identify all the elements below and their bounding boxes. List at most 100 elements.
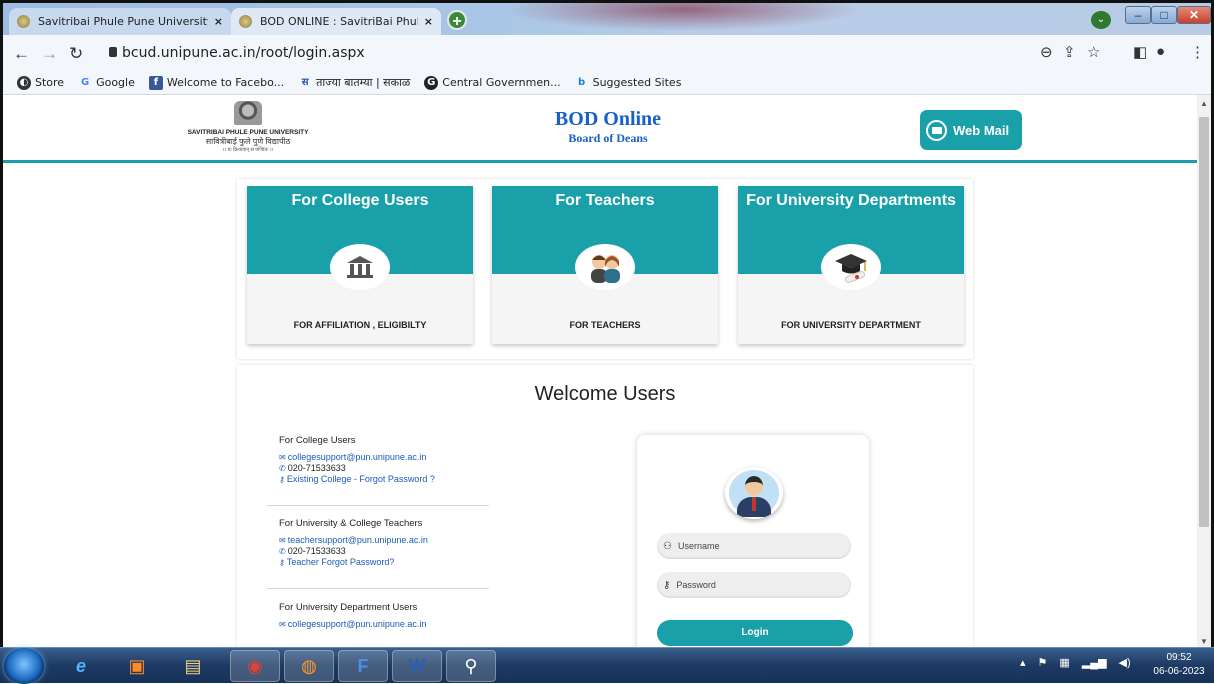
close-window-button[interactable]: ✕: [1177, 6, 1211, 24]
card-college-users[interactable]: For College Users FOR AFFILIATION , ELIG…: [247, 186, 473, 344]
card-teachers[interactable]: For Teachers FOR TEACHERS: [492, 186, 718, 344]
bookmark-sakal[interactable]: स ताज्या बातम्या | सकाळ: [298, 75, 411, 90]
university-favicon-icon: [17, 15, 30, 28]
tab-strip: Savitribai Phule Pune University × BOD O…: [3, 3, 1211, 35]
department-contact: For University Department Users ✉ college…: [279, 602, 427, 630]
bookmark-central-government[interactable]: G Central Governmen...: [424, 75, 561, 90]
login-button[interactable]: Login: [657, 620, 853, 646]
start-button[interactable]: [4, 648, 44, 684]
vertical-scrollbar[interactable]: ▲ ▼: [1197, 95, 1211, 650]
url-text: bcud.unipune.ac.in/root/login.aspx: [122, 45, 365, 61]
firefox-taskbar-icon[interactable]: ◍: [284, 650, 334, 682]
email-icon: ✉: [279, 620, 286, 629]
teachers-icon: [575, 244, 635, 290]
close-tab-icon[interactable]: ×: [214, 15, 223, 28]
university-logo[interactable]: SAVITRIBAI PHULE PUNE UNIVERSITY सावित्र…: [178, 101, 318, 153]
zoom-icon[interactable]: ⊖: [1040, 43, 1053, 61]
college-forgot-password-link[interactable]: ⚷ Existing College - Forgot Password ?: [279, 474, 435, 485]
facebook-icon: f: [148, 75, 163, 90]
tab-spp-university[interactable]: Savitribai Phule Pune University ×: [9, 8, 231, 35]
username-field[interactable]: ⚇ Username: [657, 533, 851, 559]
university-favicon-icon: [239, 15, 252, 28]
minimize-button[interactable]: –: [1125, 6, 1151, 24]
tab-label: BOD ONLINE : SavitriBai Phule Pu: [260, 15, 418, 28]
app-taskbar-icon[interactable]: F: [338, 650, 388, 682]
bookmarks-bar: ◐ Store G Google f Welcome to Facebo... स ता…: [3, 71, 1211, 95]
reload-icon[interactable]: ↻: [69, 44, 83, 64]
network-icon[interactable]: ▦: [1059, 656, 1069, 669]
user-icon: ⚇: [663, 540, 672, 552]
flag-icon[interactable]: ⚑: [1038, 656, 1048, 669]
email-icon: ✉: [279, 453, 286, 462]
scroll-down-icon[interactable]: ▼: [1200, 637, 1208, 646]
institution-icon: [330, 244, 390, 290]
key-icon: ⚷: [279, 475, 285, 484]
browser-window: Savitribai Phule Pune University × BOD O…: [0, 0, 1214, 683]
windows-taskbar: e ▣ ▤ ◉ ◍ F W ⚲ ▴ ⚑ ▦ ▂▄▆ ◀) 09:52 06-06…: [0, 647, 1214, 684]
chrome-taskbar-icon[interactable]: ◉: [230, 650, 280, 682]
new-tab-button[interactable]: +: [447, 10, 467, 30]
tab-search-icon[interactable]: ⌄: [1091, 11, 1111, 29]
system-tray: ▴ ⚑ ▦ ▂▄▆ ◀): [1020, 656, 1131, 669]
forward-icon[interactable]: →: [41, 44, 58, 64]
tab-label: Savitribai Phule Pune University: [38, 15, 208, 28]
sakal-icon: स: [301, 76, 309, 88]
teacher-support-email[interactable]: ✉ teachersupport@pun.unipune.ac.in: [279, 535, 428, 546]
menu-icon[interactable]: ⋮: [1190, 43, 1205, 61]
graduation-cap-icon: [821, 244, 881, 290]
signal-icon[interactable]: ▂▄▆: [1082, 656, 1107, 669]
side-panel-icon[interactable]: ◧: [1133, 43, 1147, 61]
teacher-support-phone: ✆ 020-71533633: [279, 546, 346, 556]
google-icon: G: [80, 76, 90, 88]
scroll-thumb[interactable]: [1199, 117, 1209, 527]
key-icon: ⚷: [663, 579, 671, 591]
user-type-cards: For College Users FOR AFFILIATION , ELIG…: [237, 179, 973, 359]
tray-expand-icon[interactable]: ▴: [1020, 656, 1026, 669]
card-university-departments[interactable]: For University Departments FOR UNIVERSIT…: [738, 186, 964, 344]
login-form: ⚇ Username ⚷ Password Login: [637, 435, 869, 650]
mail-icon: [926, 119, 947, 141]
magnifier-taskbar-icon[interactable]: ⚲: [446, 650, 496, 682]
tab-bod-online[interactable]: BOD ONLINE : SavitriBai Phule Pu ×: [231, 8, 441, 35]
bookmark-suggested-sites[interactable]: b Suggested Sites: [575, 76, 681, 90]
file-explorer-icon[interactable]: ▤: [168, 650, 218, 682]
word-taskbar-icon[interactable]: W: [392, 650, 442, 682]
department-support-email[interactable]: ✉ collegesupport@pun.unipune.ac.in: [279, 619, 426, 630]
maximize-button[interactable]: □: [1151, 6, 1177, 24]
teacher-forgot-password-link[interactable]: ⚷ Teacher Forgot Password?: [279, 557, 428, 568]
share-icon[interactable]: ⇪: [1063, 43, 1076, 61]
user-avatar-icon: [725, 467, 783, 519]
site-title: BOD Online: [554, 108, 662, 130]
web-mail-button[interactable]: Web Mail: [920, 110, 1022, 150]
bing-icon: b: [578, 76, 586, 88]
close-tab-icon[interactable]: ×: [424, 15, 433, 28]
back-icon[interactable]: ←: [13, 44, 30, 64]
page-viewport: SAVITRIBAI PHULE PUNE UNIVERSITY सावित्र…: [3, 95, 1197, 650]
college-support-email[interactable]: ✉ collegesupport@pun.unipune.ac.in: [279, 452, 435, 463]
clock[interactable]: 09:52 06-06-2023: [1150, 651, 1208, 679]
lock-icon: [109, 47, 117, 57]
email-icon: ✉: [279, 536, 286, 545]
phone-icon: ✆: [279, 464, 286, 473]
college-support-phone: ✆ 020-71533633: [279, 463, 346, 473]
university-emblem-icon: [234, 101, 262, 125]
bookmark-google[interactable]: G Google: [78, 76, 135, 90]
scroll-up-icon[interactable]: ▲: [1200, 99, 1208, 108]
site-header: SAVITRIBAI PHULE PUNE UNIVERSITY सावित्र…: [3, 95, 1197, 163]
bookmark-facebook[interactable]: f Welcome to Facebo...: [148, 75, 284, 90]
internet-explorer-icon[interactable]: e: [56, 650, 106, 682]
url-bar[interactable]: bcud.unipune.ac.in/root/login.aspx: [109, 41, 1189, 67]
media-player-icon[interactable]: ▣: [112, 650, 162, 682]
key-icon: ⚷: [279, 558, 285, 567]
phone-icon: ✆: [279, 547, 286, 556]
divider: [267, 588, 489, 589]
site-brand: BOD Online Board of Deans: [548, 108, 668, 146]
volume-icon[interactable]: ◀): [1119, 656, 1131, 669]
welcome-panel: Welcome Users For College Users ✉ college…: [237, 365, 973, 650]
divider: [267, 505, 489, 506]
central-government-icon: G: [424, 75, 439, 90]
profile-avatar-icon[interactable]: ●: [1156, 43, 1165, 60]
bookmark-star-icon[interactable]: ☆: [1087, 43, 1100, 61]
password-field[interactable]: ⚷ Password: [657, 572, 851, 598]
bookmark-store[interactable]: ◐ Store: [17, 75, 64, 90]
